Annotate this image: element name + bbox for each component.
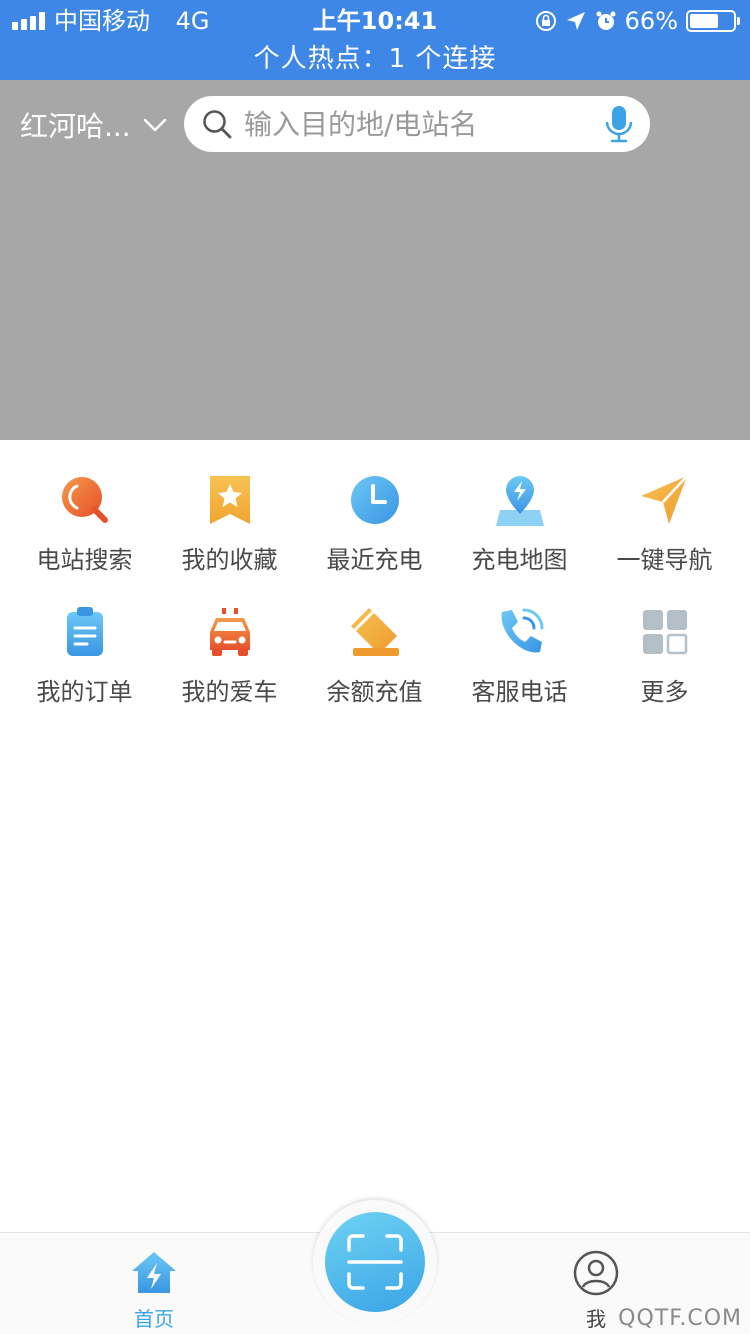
grid-item-more[interactable]: 更多	[592, 600, 737, 732]
status-bar: 中国移动 4G 上午10:41 66% 个人热点：1 个连接	[0, 0, 750, 80]
grid-label: 一键导航	[616, 546, 713, 574]
grid-item-my-orders[interactable]: 我的订单	[12, 600, 157, 732]
microphone-icon[interactable]	[604, 104, 634, 144]
grid-item-recent-charging[interactable]: 最近充电	[302, 468, 447, 600]
grid-label: 我的爱车	[181, 678, 278, 706]
tab-home-label: 首页	[134, 1307, 174, 1331]
grid-label: 电站搜索	[36, 546, 133, 574]
grid-label: 最近充电	[326, 546, 423, 574]
battery-percent: 66%	[624, 7, 678, 35]
grid-item-navigation[interactable]: 一键导航	[592, 468, 737, 600]
home-icon	[132, 1252, 176, 1293]
grid-label: 更多	[640, 678, 689, 706]
grid-row-2: 我的订单 我的爱车 余额充值 客服电话 更多	[12, 600, 738, 732]
battery-fill	[690, 14, 718, 28]
rotation-lock-icon	[535, 11, 556, 31]
tab-me-label: 我	[586, 1307, 606, 1331]
grid-label: 我的订单	[36, 678, 133, 706]
grid-label: 充电地图	[471, 546, 568, 574]
city-selector[interactable]: 红河哈...	[20, 104, 167, 146]
grid-item-charging-map[interactable]: 充电地图	[447, 468, 592, 600]
map-icon	[495, 476, 544, 526]
status-row: 中国移动 4G 上午10:41 66%	[0, 6, 750, 36]
grid-item-customer-service[interactable]: 客服电话	[447, 600, 592, 732]
city-name: 红河哈...	[20, 110, 131, 143]
search-box[interactable]	[184, 96, 650, 152]
status-right: 66%	[535, 6, 740, 36]
scan-button-wrap	[313, 1200, 437, 1324]
card-icon	[350, 608, 399, 656]
grid-label: 客服电话	[471, 678, 568, 706]
watermark: QQTF.COM	[618, 1306, 742, 1331]
hotspot-banner[interactable]: 个人热点：1 个连接	[0, 42, 750, 76]
grid-item-station-search[interactable]: 电站搜索	[12, 468, 157, 600]
grid-label: 我的收藏	[181, 546, 278, 574]
navigation-icon	[640, 475, 688, 524]
chevron-down-icon	[143, 118, 166, 132]
grid-item-my-car[interactable]: 我的爱车	[157, 600, 302, 732]
grid-item-balance-topup[interactable]: 余额充值	[302, 600, 447, 732]
search-input[interactable]	[244, 107, 584, 141]
station-search-icon	[61, 477, 108, 523]
clock-icon	[350, 476, 399, 524]
favorites-icon	[209, 476, 250, 524]
grid-label: 余额充值	[326, 678, 423, 706]
scan-icon	[347, 1234, 403, 1290]
clipboard-icon	[66, 607, 103, 656]
tab-home[interactable]: 首页	[79, 1233, 229, 1334]
user-icon	[573, 1250, 619, 1296]
function-grid: 电站搜索 我的收藏 最近充电 充电地图 一键导航 我的订单 我的爱车 余额充值 …	[12, 468, 738, 732]
map-area[interactable]: 红河哈...	[0, 80, 750, 440]
search-icon	[203, 110, 232, 139]
alarm-icon	[596, 11, 616, 30]
phone-icon	[501, 608, 543, 653]
grid-item-favorites[interactable]: 我的收藏	[157, 468, 302, 600]
scan-button[interactable]	[325, 1212, 425, 1312]
battery-icon	[686, 10, 740, 32]
car-icon	[209, 608, 250, 656]
grid-row-1: 电站搜索 我的收藏 最近充电 充电地图 一键导航	[12, 468, 738, 600]
grid-icon	[642, 610, 687, 655]
location-arrow-icon	[566, 12, 585, 30]
